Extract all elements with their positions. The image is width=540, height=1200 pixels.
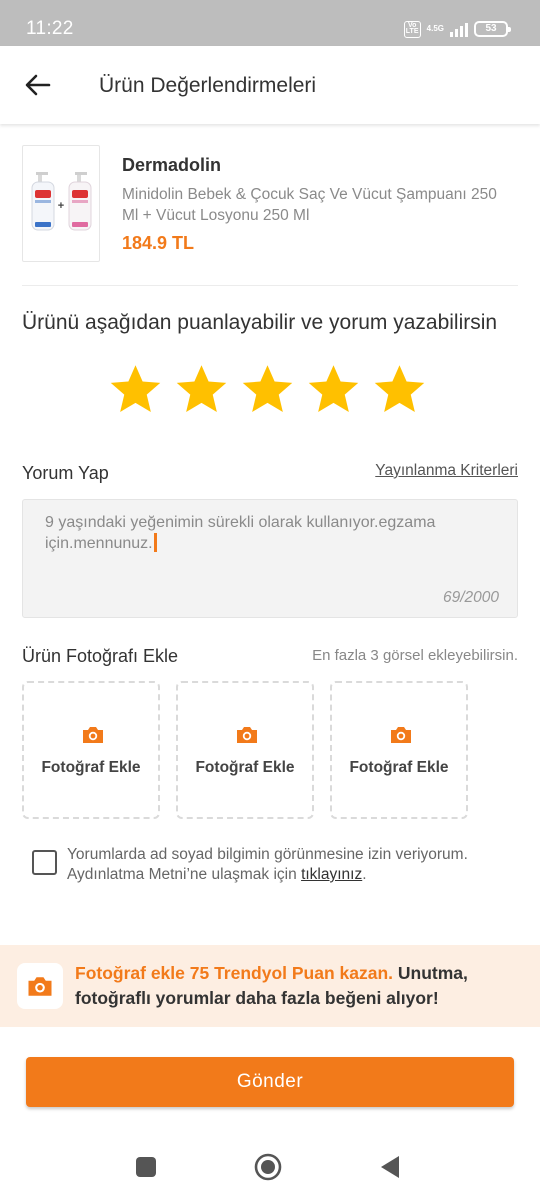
battery-level: 53: [485, 23, 497, 34]
promo-icon-container: [17, 963, 63, 1009]
system-nav-bar: [0, 1130, 540, 1200]
star-5-icon[interactable]: [372, 362, 427, 418]
submit-button[interactable]: Gönder: [26, 1057, 514, 1107]
home-button[interactable]: [253, 1152, 283, 1182]
star-rating: [108, 362, 427, 418]
system-back-button[interactable]: [375, 1152, 405, 1182]
product-brand: Dermadolin: [122, 155, 222, 175]
privacy-notice-link[interactable]: tıklayınız: [301, 866, 362, 883]
back-button[interactable]: [20, 68, 56, 102]
comment-label: Yorum Yap: [22, 463, 109, 483]
network-type-label: 4.5G: [426, 24, 444, 33]
add-photo-label: Fotoğraf Ekle: [41, 759, 141, 776]
page-title: Ürün Değerlendirmeleri: [99, 74, 317, 97]
back-arrow-icon: [25, 74, 51, 96]
camera-icon: [391, 727, 411, 743]
add-photo-button-2[interactable]: Fotoğraf Ekle: [176, 681, 314, 819]
product-price: 184.9 TL: [122, 233, 195, 253]
consent-statement: Yorumlarda ad soyad bilgimin görünmesine…: [67, 846, 468, 883]
publishing-criteria-link[interactable]: Yayınlanma Kriterleri: [375, 462, 518, 480]
star-3-icon[interactable]: [240, 362, 295, 418]
signal-strength-icon: [450, 21, 468, 37]
product-image: +: [22, 145, 100, 262]
consent-text: Yorumlarda ad soyad bilgimin görünmesine…: [67, 845, 507, 885]
status-icons: Vo LTE 4.5G 53: [403, 19, 511, 39]
camera-icon: [28, 976, 52, 996]
status-time: 11:22: [26, 18, 74, 39]
triangle-back-icon: [381, 1156, 399, 1178]
camera-icon: [237, 727, 257, 743]
character-counter: 69/2000: [442, 589, 499, 606]
star-2-icon[interactable]: [174, 362, 229, 418]
battery-icon: 53: [474, 21, 511, 37]
divider: [22, 285, 518, 286]
name-visibility-checkbox[interactable]: [32, 850, 57, 875]
comment-textarea[interactable]: 9 yaşındaki yeğenimin sürekli olarak kul…: [22, 499, 518, 618]
photo-reward-banner: Fotoğraf ekle 75 Trendyol Puan kazan. Un…: [0, 945, 540, 1027]
add-photo-button-3[interactable]: Fotoğraf Ekle: [330, 681, 468, 819]
photo-limit-hint: En fazla 3 görsel ekleyebilirsin.: [312, 647, 518, 664]
comment-value: 9 yaşındaki yeğenimin sürekli olarak kul…: [45, 514, 436, 552]
star-1-icon[interactable]: [108, 362, 163, 418]
circle-home-icon: [254, 1153, 282, 1181]
rating-heading: Ürünü aşağıdan puanlayabilir ve yorum ya…: [22, 311, 498, 334]
camera-icon: [83, 727, 103, 743]
photo-section-label: Ürün Fotoğrafı Ekle: [22, 646, 179, 666]
add-photo-label: Fotoğraf Ekle: [349, 759, 449, 776]
product-name: Minidolin Bebek & Çocuk Saç Ve Vücut Şam…: [122, 186, 497, 224]
add-photo-label: Fotoğraf Ekle: [195, 759, 295, 776]
star-4-icon[interactable]: [306, 362, 361, 418]
square-recents-icon: [136, 1157, 156, 1177]
text-cursor: [153, 533, 157, 552]
add-photo-button-1[interactable]: Fotoğraf Ekle: [22, 681, 160, 819]
promo-text: Fotoğraf ekle 75 Trendyol Puan kazan. Un…: [75, 961, 515, 1011]
promo-highlight: Fotoğraf ekle 75 Trendyol Puan kazan.: [75, 963, 394, 983]
comment-text: 9 yaşındaki yeğenimin sürekli olarak kul…: [45, 512, 485, 554]
consent-suffix: .: [362, 866, 367, 883]
status-bar: 11:22 Vo LTE 4.5G 53: [0, 0, 540, 46]
volte-icon: Vo LTE: [403, 20, 421, 38]
product-image-plus: +: [58, 200, 64, 212]
app-bar: Ürün Değerlendirmeleri: [0, 46, 540, 124]
product-bottles-illustration: +: [31, 172, 92, 231]
recents-button[interactable]: [131, 1152, 161, 1182]
